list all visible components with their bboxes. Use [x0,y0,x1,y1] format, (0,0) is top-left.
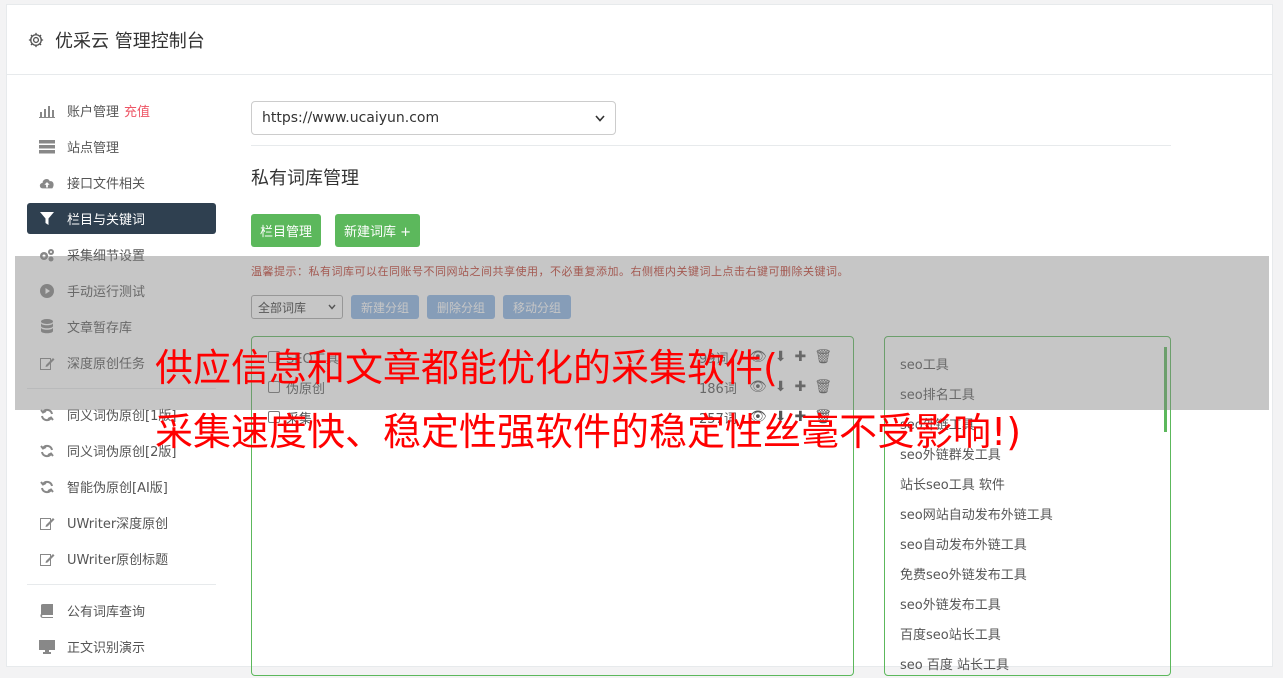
overlay-headline-line1: 供应信息和文章都能优化的采集软件( [155,346,778,390]
sidebar-item-label: 账户管理 [67,105,120,120]
divider [251,145,1171,146]
list-item[interactable]: seo 百度 站长工具 [885,648,1170,678]
top-bar: 优采云 管理控制台 [7,5,1272,75]
sidebar-item-label: UWriter深度原创 [67,517,169,532]
sidebar-item-label: 接口文件相关 [67,177,146,192]
overlay-headline-line2: 采集速度快、稳定性强软件的稳定性丝毫不受影响!) [155,410,1022,454]
list-item[interactable]: seo自动发布外链工具 [885,528,1170,558]
new-library-button[interactable]: 新建词库 + [335,214,421,247]
site-select-value: https://www.ucaiyun.com [262,110,440,126]
action-buttons: 栏目管理 新建词库 + [251,214,1171,247]
sidebar-item-sites[interactable]: 站点管理 [27,131,216,162]
sidebar-item-account[interactable]: 账户管理 充值 [27,95,216,126]
app-title: 优采云 管理控制台 [55,30,205,52]
bar-chart-icon [39,103,55,119]
sidebar-item-uwriter-title[interactable]: UWriter原创标题 [27,543,216,574]
list-item[interactable]: seo外链发布工具 [885,588,1170,618]
sidebar-item-label: 智能伪原创[AI版] [67,481,168,496]
sidebar-item-ai-rewrite[interactable]: 智能伪原创[AI版] [27,471,216,502]
filter-icon [39,211,55,227]
site-select[interactable]: https://www.ucaiyun.com [251,101,616,135]
sidebar-item-label: 正文识别演示 [67,641,146,656]
server-icon [39,139,55,155]
list-item[interactable]: 百度seo站长工具 [885,618,1170,648]
list-item[interactable]: seo网站自动发布外链工具 [885,498,1170,528]
sidebar-divider [27,584,216,585]
sidebar-item-uwriter-deep[interactable]: UWriter深度原创 [27,507,216,538]
list-item[interactable]: 站长seo工具 软件 [885,468,1170,498]
recharge-link[interactable]: 充值 [124,101,150,120]
sidebar-item-label: 站点管理 [67,141,120,156]
chevron-down-icon [595,114,605,122]
sidebar-item-label: UWriter原创标题 [67,553,169,568]
list-item[interactable]: 免费seo外链发布工具 [885,558,1170,588]
sidebar-item-text-recognition[interactable]: 正文识别演示 [27,631,216,662]
edit-icon [39,551,55,567]
cloud-upload-icon [39,175,55,191]
book-icon [39,603,55,619]
desktop-icon [39,639,55,655]
sidebar-item-api-files[interactable]: 接口文件相关 [27,167,216,198]
sidebar-item-columns-keywords[interactable]: 栏目与关键词 [27,203,216,234]
refresh-icon [39,479,55,495]
sidebar-item-label: 公有词库查询 [67,605,146,620]
sidebar-item-public-library[interactable]: 公有词库查询 [27,595,216,626]
page-title: 私有词库管理 [251,168,359,189]
gear-icon [28,32,44,47]
columns-manage-button[interactable]: 栏目管理 [251,214,322,247]
edit-icon [39,515,55,531]
sidebar-item-label: 栏目与关键词 [67,213,146,228]
refresh-icon [39,443,55,459]
